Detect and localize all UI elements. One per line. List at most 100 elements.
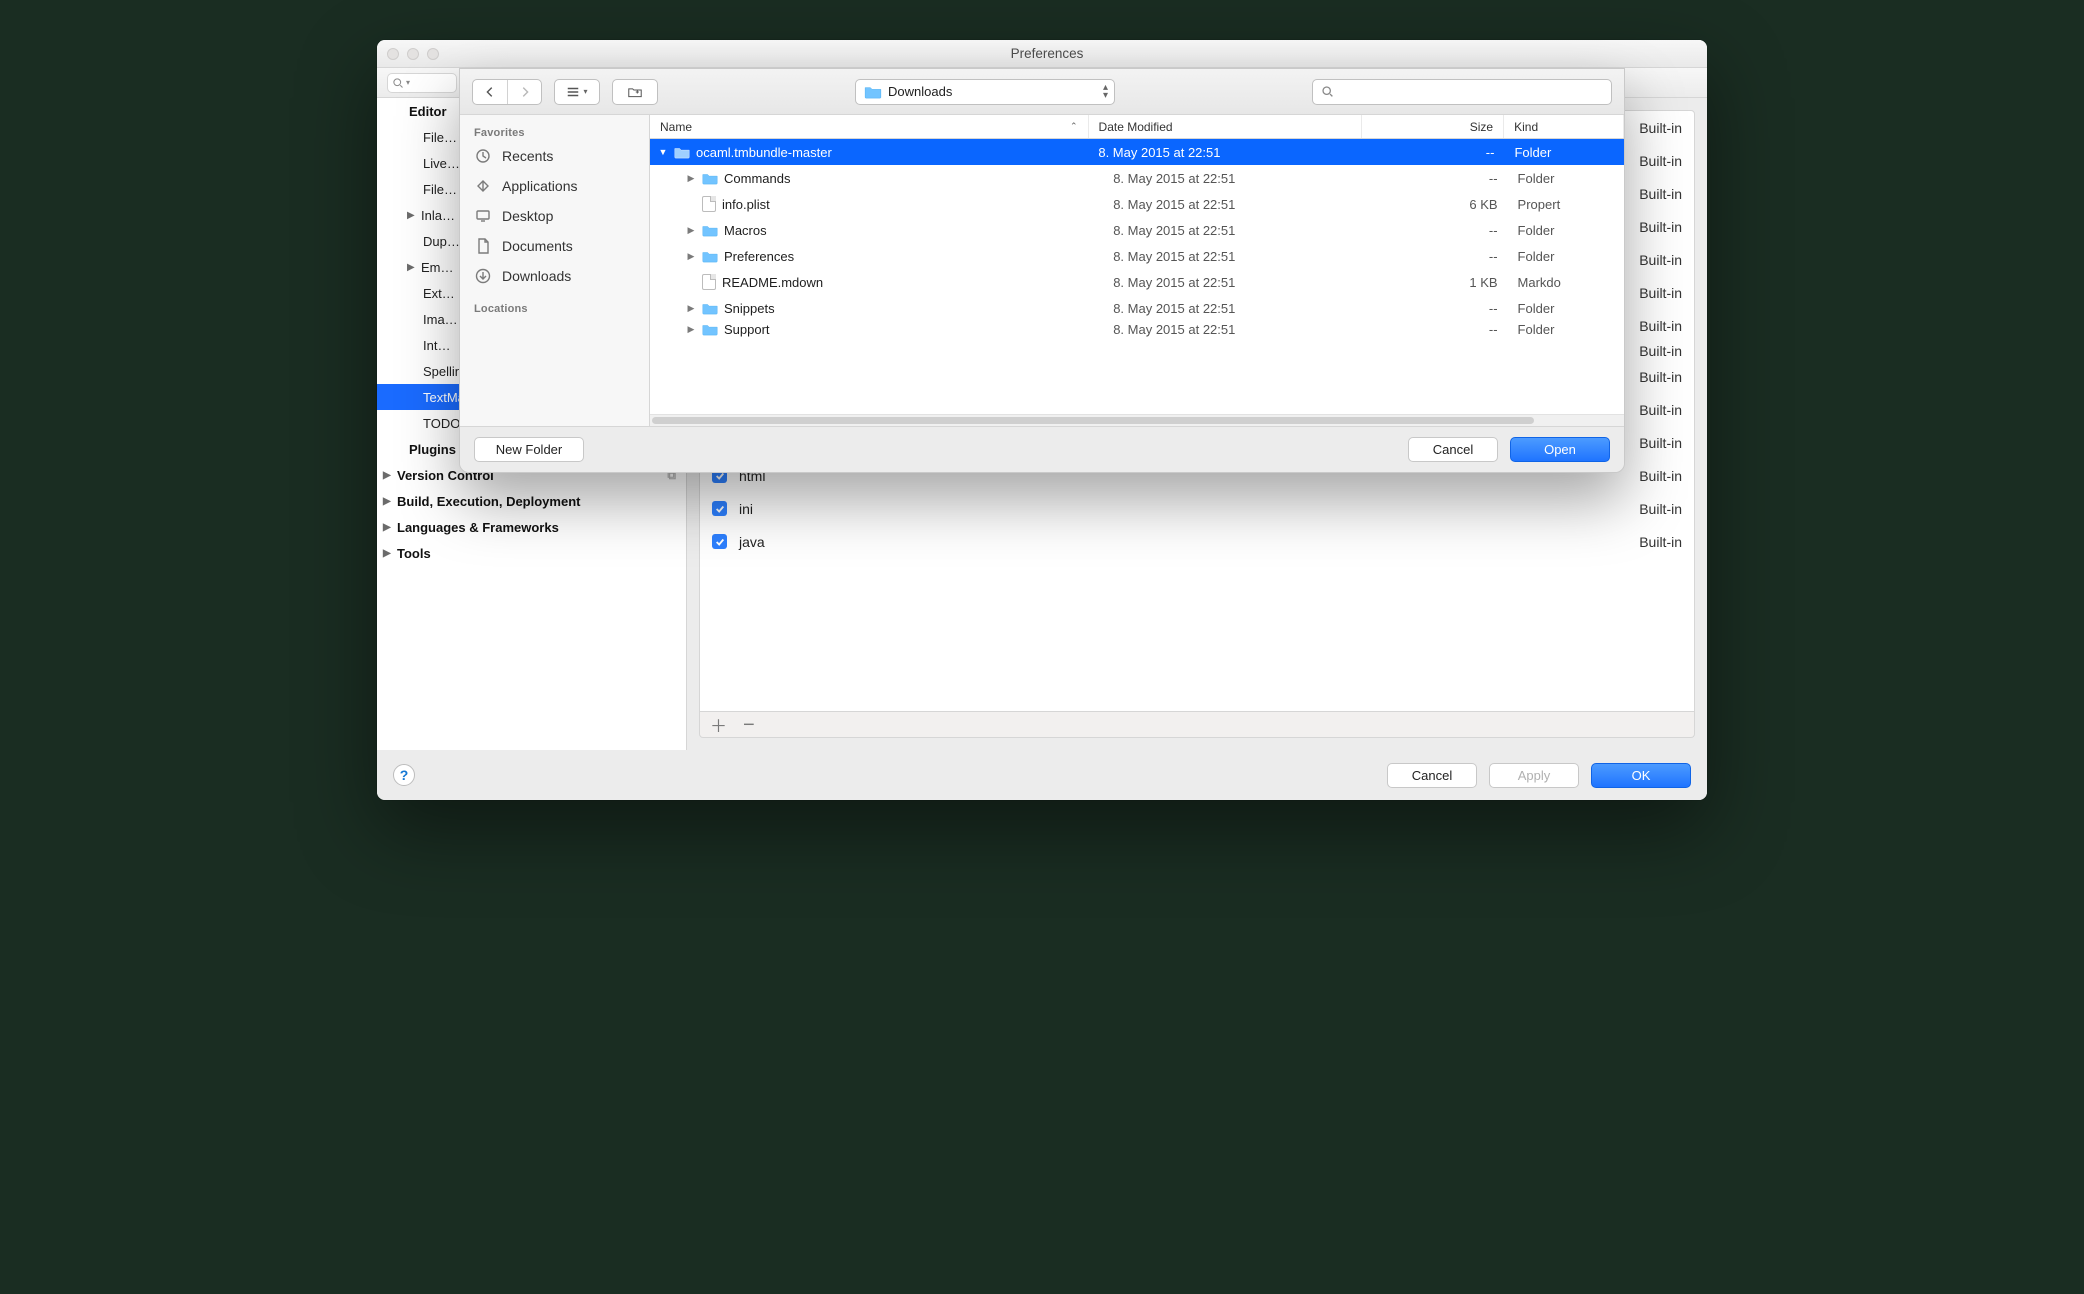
sidebar-item-label: File… — [423, 182, 457, 197]
view-mode-button[interactable]: ▾ — [554, 79, 600, 105]
file-icon — [702, 196, 716, 212]
chevron-down-icon[interactable]: ▼ — [658, 147, 668, 157]
bundle-status: Built-in — [1639, 468, 1682, 484]
file-date: 8. May 2015 at 22:51 — [1103, 322, 1369, 337]
file-date: 8. May 2015 at 22:51 — [1103, 249, 1369, 264]
add-bundle-button[interactable]: ＋ — [710, 712, 727, 737]
bundle-status: Built-in — [1639, 252, 1682, 268]
clock-icon — [474, 147, 492, 165]
bundle-status: Built-in — [1639, 318, 1682, 334]
favorite-item[interactable]: Applications — [460, 171, 649, 201]
sheet-search[interactable] — [1312, 79, 1612, 105]
file-row[interactable]: README.mdown8. May 2015 at 22:511 KBMark… — [650, 269, 1624, 295]
file-row[interactable]: ▼ocaml.tmbundle-master8. May 2015 at 22:… — [650, 139, 1624, 165]
bundle-status: Built-in — [1639, 343, 1682, 359]
nav-forward-button[interactable] — [507, 80, 541, 104]
folder-icon — [864, 85, 882, 99]
checkbox[interactable] — [712, 501, 727, 516]
chevron-right-icon[interactable]: ▶ — [686, 225, 696, 236]
sidebar-item-label: Ima… — [423, 312, 458, 327]
sidebar-item[interactable]: ▶Languages & Frameworks — [377, 514, 686, 540]
desktop-icon — [474, 207, 492, 225]
bundles-toolbar: ＋ − — [699, 712, 1695, 738]
sidebar-item-label: Tools — [397, 546, 431, 561]
favorite-item[interactable]: Documents — [460, 231, 649, 261]
app-icon — [474, 177, 492, 195]
chevron-right-icon: ▶ — [407, 262, 417, 273]
favorite-item[interactable]: Desktop — [460, 201, 649, 231]
chevron-right-icon[interactable]: ▶ — [686, 303, 696, 314]
zoom-icon[interactable] — [427, 48, 439, 60]
file-list[interactable]: Name⌃ Date Modified Size Kind ▼ocaml.tmb… — [650, 115, 1624, 426]
file-row[interactable]: ▶Support8. May 2015 at 22:51--Folder — [650, 321, 1624, 337]
file-name: info.plist — [722, 197, 770, 212]
file-row[interactable]: ▶Commands8. May 2015 at 22:51--Folder — [650, 165, 1624, 191]
favorite-label: Recents — [502, 148, 553, 164]
favorite-item[interactable]: Recents — [460, 141, 649, 171]
sheet-sidebar[interactable]: FavoritesRecentsApplicationsDesktopDocum… — [460, 115, 650, 426]
bundle-status: Built-in — [1639, 435, 1682, 451]
chevron-right-icon — [518, 85, 532, 99]
file-kind: Folder — [1508, 171, 1624, 186]
sidebar-item-label: Plugins — [409, 442, 456, 457]
sheet-toolbar: ▾ Downloads ▴▾ — [460, 69, 1624, 115]
chevron-right-icon[interactable]: ▶ — [686, 251, 696, 262]
sidebar-item-label: Editor — [409, 104, 447, 119]
bundle-status: Built-in — [1639, 120, 1682, 136]
sidebar-item-label: TODO — [423, 416, 460, 431]
sheet-cancel-button[interactable]: Cancel — [1408, 437, 1498, 462]
sidebar-item[interactable]: ▶Build, Execution, Deployment — [377, 488, 686, 514]
file-name: Snippets — [724, 301, 775, 316]
titlebar: Preferences — [377, 40, 1707, 68]
sidebar-item-label: Live… — [423, 156, 460, 171]
preferences-search[interactable]: ▾ — [387, 73, 457, 93]
chevron-right-icon[interactable]: ▶ — [686, 173, 696, 184]
new-folder-toolbar-button[interactable] — [612, 79, 658, 105]
location-popup[interactable]: Downloads ▴▾ — [855, 79, 1115, 105]
apply-button[interactable]: Apply — [1489, 763, 1579, 788]
close-icon[interactable] — [387, 48, 399, 60]
column-name[interactable]: Name⌃ — [650, 115, 1089, 138]
bundle-row[interactable]: iniBuilt-in — [700, 492, 1694, 525]
bundle-status: Built-in — [1639, 153, 1682, 169]
remove-bundle-button[interactable]: − — [743, 720, 755, 730]
file-row[interactable]: ▶Snippets8. May 2015 at 22:51--Folder — [650, 295, 1624, 321]
folder-icon — [702, 323, 718, 336]
file-row[interactable]: ▶Macros8. May 2015 at 22:51--Folder — [650, 217, 1624, 243]
bundle-status: Built-in — [1639, 534, 1682, 550]
ok-button[interactable]: OK — [1591, 763, 1691, 788]
favorite-label: Desktop — [502, 208, 553, 224]
file-name: Macros — [724, 223, 767, 238]
column-kind[interactable]: Kind — [1504, 115, 1624, 138]
file-kind: Folder — [1508, 223, 1624, 238]
file-size: -- — [1370, 171, 1508, 186]
checkbox[interactable] — [712, 534, 727, 549]
file-name: Commands — [724, 171, 790, 186]
bundle-status: Built-in — [1639, 402, 1682, 418]
sidebar-item[interactable]: ▶Tools — [377, 540, 686, 566]
sidebar-item-label: Inla… — [421, 208, 455, 223]
horizontal-scrollbar[interactable] — [650, 414, 1624, 426]
bundle-status: Built-in — [1639, 219, 1682, 235]
chevron-right-icon[interactable]: ▶ — [686, 324, 696, 335]
locations-header: Locations — [460, 299, 649, 317]
column-date[interactable]: Date Modified — [1089, 115, 1363, 138]
bundle-row[interactable]: javaBuilt-in — [700, 525, 1694, 558]
sort-asc-icon: ⌃ — [1070, 121, 1078, 132]
chevron-right-icon: ▶ — [383, 522, 393, 533]
nav-back-button[interactable] — [473, 80, 507, 104]
preferences-footer: ? Cancel Apply OK — [377, 750, 1707, 800]
file-size: -- — [1363, 145, 1505, 160]
column-size[interactable]: Size — [1362, 115, 1504, 138]
favorite-item[interactable]: Downloads — [460, 261, 649, 291]
traffic-lights — [387, 48, 439, 60]
sheet-open-button[interactable]: Open — [1510, 437, 1610, 462]
cancel-button[interactable]: Cancel — [1387, 763, 1477, 788]
help-button[interactable]: ? — [393, 764, 415, 786]
file-kind: Folder — [1508, 301, 1624, 316]
folder-icon — [702, 224, 718, 237]
minimize-icon[interactable] — [407, 48, 419, 60]
file-row[interactable]: ▶Preferences8. May 2015 at 22:51--Folder — [650, 243, 1624, 269]
new-folder-button[interactable]: New Folder — [474, 437, 584, 462]
file-row[interactable]: info.plist8. May 2015 at 22:516 KBProper… — [650, 191, 1624, 217]
